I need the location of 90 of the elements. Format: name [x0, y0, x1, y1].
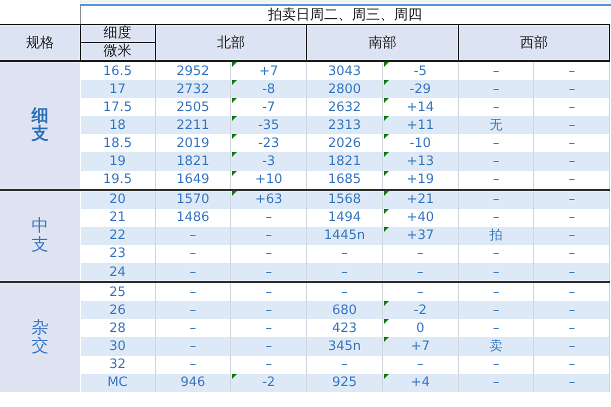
table-cell: -2: [262, 375, 276, 390]
table-cell: –: [417, 357, 424, 372]
table-cell: 345n: [306, 337, 382, 356]
table-cell: –: [458, 152, 534, 171]
table-cell: –: [534, 301, 610, 320]
table-cell: 30: [80, 337, 155, 356]
table-cell: +7: [259, 64, 278, 79]
table-cell: -5: [414, 64, 427, 79]
table-cell: –: [306, 263, 382, 282]
table-cell: MC: [80, 374, 155, 392]
table-cell: 26: [80, 301, 155, 320]
table-cell: –: [265, 302, 272, 318]
table-cell: +63: [254, 192, 282, 208]
table-cell: 1568: [306, 190, 382, 209]
table-cell: 680: [306, 301, 382, 320]
table-cell: –: [534, 226, 610, 245]
table-cell: –: [265, 210, 272, 226]
table-cell: +7: [410, 338, 430, 354]
table-cell: –: [265, 320, 272, 336]
table-cell: –: [534, 152, 610, 171]
table-cell: -29: [410, 82, 431, 97]
table-cell: –: [458, 374, 534, 392]
table-cell: –: [534, 263, 610, 282]
table-cell: -23: [258, 136, 280, 151]
table-cell: 19: [80, 152, 155, 171]
table-cell: 1821: [155, 152, 231, 171]
table-cell: 1570: [155, 190, 231, 209]
table-cell: +10: [254, 172, 282, 188]
table-cell: –: [417, 264, 424, 280]
table-cell: +21: [406, 192, 434, 208]
table-cell: +13: [406, 154, 434, 170]
table-cell: –: [265, 284, 272, 300]
table-cell: -7: [262, 100, 276, 115]
table-cell: +37: [406, 228, 434, 244]
table-cell: 17: [80, 80, 155, 98]
table-cell: –: [265, 228, 272, 244]
table-cell: 1445n: [306, 226, 382, 245]
table-cell: 2732: [155, 80, 231, 98]
group-label: 细支: [31, 106, 48, 144]
table-cell: –: [155, 301, 231, 320]
table-cell: 拍: [458, 226, 534, 245]
table-cell: 946: [155, 374, 231, 392]
column-header: 北部: [155, 24, 307, 61]
table-cell: –: [155, 337, 231, 356]
table-cell: –: [534, 116, 610, 134]
table-cell: 无: [458, 116, 534, 134]
group-label: 杂交: [31, 318, 48, 356]
table-cell: –: [534, 374, 610, 392]
table-cell: 2313: [306, 116, 382, 134]
table-cell: -2: [414, 302, 427, 318]
table-cell: 20: [80, 190, 155, 209]
table-cell: –: [458, 190, 534, 209]
table-cell: –: [458, 263, 534, 282]
table-cell: –: [458, 80, 534, 98]
table-cell: -8: [262, 82, 276, 97]
table-cell: 卖: [458, 337, 534, 356]
table-cell: –: [534, 190, 610, 209]
table-cell: –: [265, 246, 272, 262]
table-cell: 22: [80, 226, 155, 245]
table-cell: 2800: [306, 80, 382, 98]
table-cell: –: [534, 337, 610, 356]
table-cell: +11: [406, 118, 434, 133]
column-header: 西部: [458, 24, 610, 61]
column-header: 细度: [80, 24, 155, 42]
table-cell: –: [417, 284, 424, 300]
table-cell: 2211: [155, 116, 231, 134]
table-cell: 24: [80, 263, 155, 282]
table-cell: –: [265, 357, 272, 372]
table-cell: –: [265, 338, 272, 354]
column-header: 南部: [306, 24, 458, 61]
table-cell: +14: [406, 100, 434, 115]
table-cell: –: [417, 246, 424, 262]
column-header: 微米: [80, 42, 155, 61]
table-cell: 1821: [306, 152, 382, 171]
table-cell: -10: [410, 136, 431, 151]
table-cell: –: [534, 80, 610, 98]
group-label: 中支: [31, 217, 48, 255]
table-cell: 0: [416, 320, 424, 336]
table-cell: –: [155, 226, 231, 245]
table-cell: -3: [262, 154, 276, 170]
table-cell: +19: [406, 172, 434, 188]
table-cell: +4: [410, 375, 430, 390]
table-cell: -35: [258, 118, 280, 133]
table-cell: –: [155, 263, 231, 282]
column-header: 规格: [0, 24, 80, 61]
table-cell: –: [458, 301, 534, 320]
table-cell: –: [265, 264, 272, 280]
table-cell: 925: [306, 374, 382, 392]
table-cell: 18: [80, 116, 155, 134]
table-cell: +40: [406, 210, 434, 226]
